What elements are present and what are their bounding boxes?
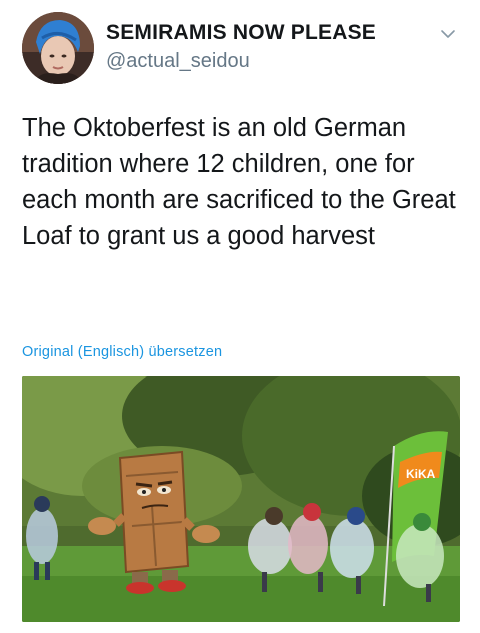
avatar[interactable] [22, 12, 94, 84]
author-names: SEMIRAMIS NOW PLEASE @actual_seidou [106, 20, 376, 74]
chevron-down-icon[interactable] [440, 28, 456, 40]
photo-illustration: KiKA [22, 376, 460, 622]
tweet-text: The Oktoberfest is an old German traditi… [22, 114, 456, 250]
tweet-photo[interactable]: KiKA [22, 376, 460, 622]
translate-link[interactable]: Original (Englisch) übersetzen [22, 344, 222, 360]
handle[interactable]: @actual_seidou [106, 48, 376, 74]
tweet-header: SEMIRAMIS NOW PLEASE @actual_seidou [22, 12, 462, 90]
display-name[interactable]: SEMIRAMIS NOW PLEASE [106, 20, 376, 46]
avatar-image [22, 12, 94, 84]
banner-text: KiKA [406, 467, 436, 481]
